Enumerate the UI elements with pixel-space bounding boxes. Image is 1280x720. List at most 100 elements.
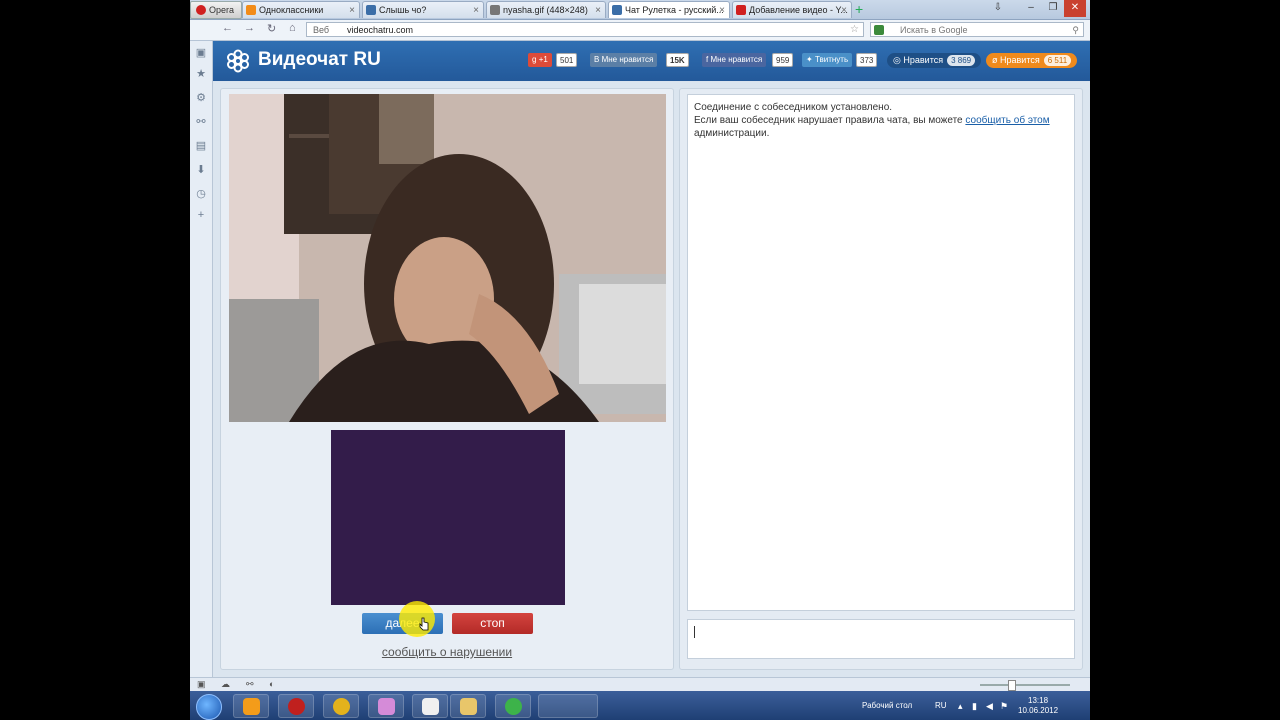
search-icon[interactable]: ⚲	[1072, 23, 1079, 38]
hand-cursor-icon	[419, 617, 429, 631]
tab-chat-roulette[interactable]: Чат Рулетка - русский... ×	[608, 1, 730, 18]
opera-icon	[288, 698, 305, 715]
google-icon	[874, 25, 884, 35]
close-tab-icon[interactable]: ×	[719, 2, 725, 18]
report-abuse-link[interactable]: сообщить о нарушении	[221, 645, 673, 659]
minimize-icon[interactable]: –	[1020, 0, 1042, 17]
action-center-icon[interactable]: ⚑	[1000, 701, 1008, 712]
unite-icon[interactable]: ⚯	[246, 680, 256, 689]
bookmark-star-icon[interactable]: ☆	[850, 23, 859, 37]
language-indicator[interactable]: RU	[935, 701, 947, 710]
history-clock-icon[interactable]: ◷	[195, 188, 207, 200]
back-icon[interactable]: ←	[222, 22, 233, 34]
unite-share-icon[interactable]: ⚯	[195, 116, 207, 128]
mailru-like-button[interactable]: ◎ Нравится 3 869	[887, 53, 982, 68]
zoom-slider[interactable]	[980, 684, 1070, 686]
icq-icon	[505, 698, 522, 715]
maximize-icon[interactable]: ❐	[1042, 0, 1064, 17]
taskbar-pony-app[interactable]	[368, 694, 404, 718]
new-tab-button[interactable]: +	[855, 1, 863, 17]
search-input[interactable]: Искать в Google ⚲	[870, 22, 1084, 37]
close-tab-icon[interactable]: ×	[473, 2, 479, 18]
bookmarks-star-icon[interactable]: ★	[195, 68, 207, 80]
video-column: далее стоп сообщить о нарушении	[220, 88, 674, 670]
vk-like-button[interactable]: В Мне нравится	[590, 53, 658, 67]
tab-nyasha-gif[interactable]: nyasha.gif (448×248) ×	[486, 1, 606, 18]
taskbar-face-app[interactable]	[412, 694, 448, 718]
taskbar-explorer[interactable]	[450, 694, 486, 718]
desktop-toolbar-label[interactable]: Рабочий стол	[862, 701, 912, 710]
close-window-icon[interactable]: ✕	[1064, 0, 1086, 17]
partner-video-frame	[229, 94, 666, 422]
gplus-button[interactable]: g +1	[528, 53, 552, 67]
speed-dial-icon[interactable]: ▣	[195, 47, 207, 59]
taskbar-media-player[interactable]	[233, 694, 269, 718]
site-header: Видеочат RU g +1 501 В Мне нравится 15K …	[213, 41, 1090, 81]
media-player-icon	[243, 698, 260, 715]
notes-icon[interactable]: ▤	[195, 140, 207, 152]
chat-log: Соединение с собеседником установлено. Е…	[687, 94, 1075, 611]
taskbar-chrome[interactable]	[323, 694, 359, 718]
chat-message-rules: Если ваш собеседник нарушает правила чат…	[694, 115, 1050, 126]
videochat-favicon-icon	[612, 5, 622, 15]
settings-gear-icon[interactable]: ⚙	[195, 92, 207, 104]
odnoklassniki-favicon-icon	[246, 5, 256, 15]
zoom-slider-knob[interactable]	[1008, 680, 1016, 691]
add-panel-icon[interactable]: +	[195, 209, 207, 221]
opera-menu-button[interactable]: Opera	[190, 1, 242, 19]
site-title[interactable]: Видеочат RU	[258, 49, 381, 71]
chat-message-connected: Соединение с собеседником установлено.	[694, 102, 893, 113]
tab-list-icon[interactable]: ⇩	[987, 0, 1009, 17]
cloud-icon[interactable]: ☁	[221, 680, 231, 689]
address-toolbar: ← → ↻ ⌂ Веб videochatru.com ☆ Искать в G…	[190, 20, 1090, 41]
taskbar-blank-app[interactable]	[538, 694, 598, 718]
taskbar-icq[interactable]	[495, 694, 531, 718]
chat-message-admin: администрации.	[694, 128, 770, 139]
tab-youtube-upload[interactable]: Добавление видео - Y... ×	[732, 1, 852, 18]
taskbar-opera[interactable]	[278, 694, 314, 718]
stop-button[interactable]: стоп	[452, 613, 533, 634]
self-camera	[331, 430, 565, 605]
volume-icon[interactable]: ◀	[986, 701, 993, 712]
fb-like-button[interactable]: f Мне нравится	[702, 53, 767, 67]
youtube-favicon-icon	[736, 5, 746, 15]
forward-icon[interactable]: →	[244, 22, 255, 34]
tab-slysh[interactable]: Слышь чо? ×	[362, 1, 484, 18]
clock[interactable]: 13:18 10.06.2012	[1018, 696, 1058, 716]
start-button[interactable]	[196, 694, 222, 720]
ok-like-button[interactable]: ø Нравится 6 511	[986, 53, 1078, 68]
close-tab-icon[interactable]: ×	[349, 2, 355, 18]
flower-logo-icon	[227, 49, 249, 73]
reload-icon[interactable]: ↻	[267, 22, 276, 35]
text-caret	[694, 626, 695, 638]
chrome-icon	[333, 698, 350, 715]
pony-icon	[378, 698, 395, 715]
main-content: далее стоп сообщить о нарушении Соединен…	[213, 82, 1090, 677]
home-icon[interactable]: ⌂	[289, 22, 296, 34]
twitter-icon: ✦	[806, 55, 813, 64]
opera-logo-icon	[196, 5, 206, 15]
chat-input[interactable]	[687, 619, 1075, 659]
tweet-button[interactable]: ✦ Твитнуть	[802, 53, 853, 67]
network-icon[interactable]: ▮	[972, 701, 977, 712]
downloads-icon[interactable]: ⬇	[195, 164, 207, 176]
side-panel: ▣ ★ ⚙ ⚯ ▤ ⬇ ◷ +	[190, 41, 213, 677]
vk-icon: В	[594, 55, 600, 64]
address-field[interactable]: Веб videochatru.com ☆	[306, 22, 864, 37]
turbo-icon[interactable]: ◐	[269, 680, 279, 689]
cursor-highlight	[399, 601, 435, 637]
gplus-count: 501	[556, 53, 578, 67]
panel-toggle-icon[interactable]: ▣	[197, 680, 207, 689]
tab-odnoklassniki[interactable]: Одноклассники ×	[242, 1, 360, 18]
tray-expand-icon[interactable]: ▴	[958, 701, 963, 712]
vk-count: 15K	[666, 53, 689, 67]
mailru-icon: ◎	[893, 55, 901, 65]
close-tab-icon[interactable]: ×	[841, 2, 847, 18]
browser-status-bar: ▣ ☁ ⚯ ◐	[190, 677, 1090, 692]
face-icon	[422, 698, 439, 715]
gplus-icon: g	[532, 55, 537, 64]
report-link[interactable]: сообщить об этом	[965, 115, 1049, 126]
folder-icon	[460, 698, 477, 715]
close-tab-icon[interactable]: ×	[595, 2, 601, 18]
windows-taskbar: Рабочий стол RU ▴ ▮ ◀ ⚑ 13:18 10.06.2012	[190, 691, 1090, 720]
